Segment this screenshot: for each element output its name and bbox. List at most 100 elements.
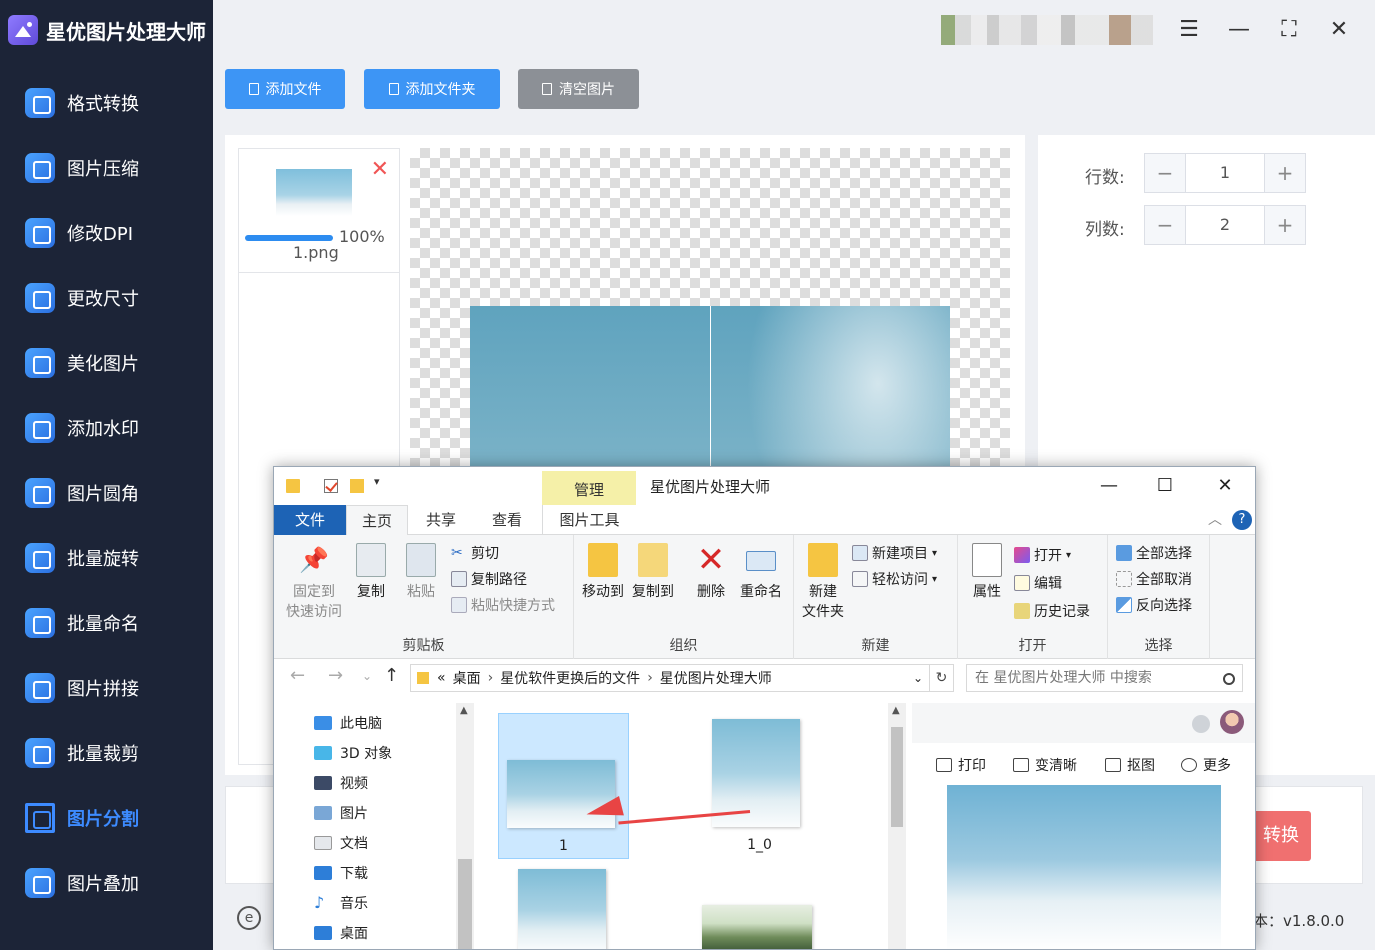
file-item-1[interactable]: 1 [498,713,629,859]
sidebar-item-watermark[interactable]: 添加水印 [0,403,213,453]
clear-images-button[interactable]: 清空图片 [518,69,639,109]
enhance-button[interactable]: 变清晰 [1013,755,1077,775]
explorer-minimize-icon[interactable]: — [1086,471,1132,501]
tree-item-desktop[interactable]: 桌面 [314,921,368,945]
cut-button[interactable]: ✂ 剪切 [451,543,499,563]
paste-button[interactable]: 粘贴 [398,543,444,601]
recent-dropdown-icon[interactable]: ⌄ [362,669,372,683]
tree-item-3d-objects[interactable]: 3D 对象 [314,741,392,765]
new-folder-icon[interactable] [350,479,364,493]
file-scroll-thumb[interactable] [891,727,903,827]
manage-tab[interactable]: 管理 [542,471,636,505]
nav-scroll-thumb[interactable] [458,859,472,949]
print-button[interactable]: 打印 [936,755,986,775]
explorer-close-icon[interactable]: ✕ [1202,471,1248,501]
refresh-icon[interactable]: ↻ [930,664,954,692]
sidebar-item-layers[interactable]: 图片叠加 [0,858,213,908]
sidebar-item-rounded[interactable]: 图片圆角 [0,468,213,518]
tree-item-music[interactable]: ♪ 音乐 [314,891,368,915]
settings-sliders-icon[interactable]: ☰ [1173,14,1205,46]
sidebar-item-compress[interactable]: 图片压缩 [0,143,213,193]
explorer-maximize-icon[interactable]: ☐ [1142,471,1188,501]
add-file-button[interactable]: 添加文件 [225,69,345,109]
file-item-4[interactable] [702,903,818,949]
sidebar-item-dpi[interactable]: 修改DPI [0,208,213,258]
copy-to-button[interactable]: 复制到 [630,543,676,601]
tab-home[interactable]: 主页 [346,505,408,535]
search-icon[interactable] [1223,673,1235,685]
cols-decrement-button[interactable]: − [1145,206,1185,244]
search-input[interactable]: 在 星优图片处理大师 中搜索 [966,664,1243,692]
minimize-icon[interactable]: — [1223,14,1255,46]
more-button[interactable]: 更多 [1181,755,1231,775]
file-scrollbar[interactable]: ▲ [888,703,906,949]
up-arrow-icon[interactable]: ↑ [384,665,399,686]
tree-item-this-pc[interactable]: 此电脑 [314,711,382,735]
sidebar-item-rotate[interactable]: 批量旋转 [0,533,213,583]
edit-button[interactable]: 编辑 [1014,573,1062,593]
history-button[interactable]: 历史记录 [1014,601,1090,621]
sidebar-item-rename[interactable]: 批量命名 [0,598,213,648]
open-button[interactable]: 打开 ▾ [1014,545,1071,565]
rows-decrement-button[interactable]: − [1145,154,1185,192]
paste-shortcut-button[interactable]: 粘贴快捷方式 [451,595,555,615]
properties-check-icon[interactable] [324,479,338,493]
scroll-up-icon[interactable]: ▲ [892,705,900,716]
sidebar-item-format[interactable]: 格式转换 [0,78,213,128]
avatar[interactable] [1220,710,1244,734]
tab-view[interactable]: 查看 [474,505,540,535]
sidebar-item-crop[interactable]: 批量裁剪 [0,728,213,778]
close-icon[interactable]: ✕ [1323,14,1355,46]
tree-item-documents[interactable]: 文档 [314,831,368,855]
tab-image-tools[interactable]: 图片工具 [542,505,636,535]
back-arrow-icon[interactable]: ← [290,665,305,686]
folder-icon[interactable] [286,479,300,493]
tree-item-pictures[interactable]: 图片 [314,801,368,825]
address-bar[interactable]: « 桌面 › 星优软件更换后的文件 › 星优图片处理大师 ⌄ [410,664,930,692]
breadcrumb-current[interactable]: 星优图片处理大师 [660,668,772,688]
quick-access-dropdown-icon[interactable]: ▾ [374,475,380,488]
rows-input[interactable]: 1 [1185,154,1265,192]
easy-access-button[interactable]: 轻松访问 ▾ [852,569,937,589]
sidebar-item-stitch[interactable]: 图片拼接 [0,663,213,713]
breadcrumb-folder[interactable]: 星优软件更换后的文件 [500,668,640,688]
tree-item-downloads[interactable]: 下载 [314,861,368,885]
file-item-3[interactable] [506,865,606,949]
sidebar-item-split[interactable]: 图片分割 [0,793,213,843]
select-all-button[interactable]: 全部选择 [1116,543,1192,563]
shield-icon[interactable] [1192,715,1210,733]
cols-increment-button[interactable]: + [1265,206,1305,244]
cols-input[interactable]: 2 [1185,206,1265,244]
collapse-ribbon-icon[interactable]: ︿ [1208,509,1222,529]
breadcrumb-desktop[interactable]: 桌面 [453,668,481,688]
new-item-button[interactable]: 新建项目 ▾ [852,543,937,563]
help-icon[interactable]: ? [1232,510,1252,530]
select-none-button[interactable]: 全部取消 [1116,569,1192,589]
copy-button[interactable]: 复制 [348,543,394,601]
move-to-button[interactable]: 移动到 [580,543,626,601]
file-list-item[interactable]: ✕ 100% 1.png [239,149,399,273]
tab-file[interactable]: 文件 [274,505,346,535]
invert-selection-button[interactable]: 反向选择 [1116,595,1192,615]
address-dropdown-icon[interactable]: ⌄ [913,671,923,685]
cutout-button[interactable]: 抠图 [1105,755,1155,775]
sidebar-item-beautify[interactable]: 美化图片 [0,338,213,388]
scroll-up-icon[interactable]: ▲ [460,705,468,716]
add-folder-button[interactable]: 添加文件夹 [364,69,500,109]
tree-item-videos[interactable]: 视频 [314,771,368,795]
properties-button[interactable]: 属性 [964,543,1010,601]
rename-button[interactable]: 重命名 [736,543,786,601]
tab-share[interactable]: 共享 [408,505,474,535]
forward-arrow-icon[interactable]: → [328,665,343,686]
rows-increment-button[interactable]: + [1265,154,1305,192]
nav-scrollbar[interactable]: ▲ [456,703,474,949]
file-item-1-0[interactable]: 1_0 [694,713,825,859]
sidebar-item-resize[interactable]: 更改尺寸 [0,273,213,323]
browser-icon[interactable]: e [237,906,261,930]
delete-button[interactable]: ✕ 删除 [688,543,734,601]
user-info-blurred[interactable] [941,15,1153,45]
remove-file-icon[interactable]: ✕ [371,157,389,182]
new-folder-button[interactable]: 新建 文件夹 [798,543,848,621]
pin-quick-access-button[interactable]: 📌 固定到 快速访问 [286,543,342,621]
copy-path-button[interactable]: 复制路径 [451,569,527,589]
